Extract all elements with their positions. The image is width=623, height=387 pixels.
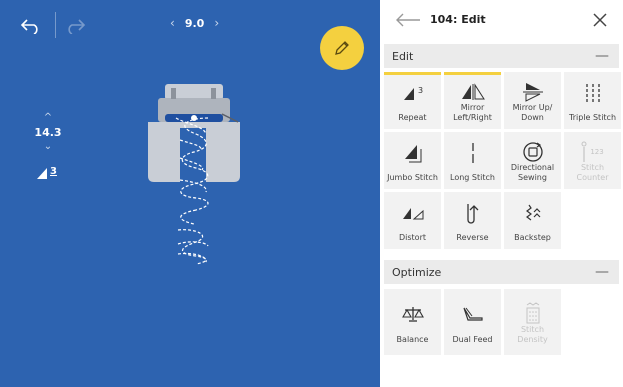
long-stitch-label: Long Stitch [450,173,495,182]
undo-button[interactable] [20,14,44,38]
mirror-up-down-label: Mirror Up/ Down [512,103,553,122]
directional-sewing-icon [522,141,543,162]
repeat-label: Repeat [398,113,427,122]
backstep-icon [525,204,540,221]
optimize-tools-grid: Balance Dual Feed Stitch Density [384,289,621,355]
stitch-counter-number: 123 [590,147,604,156]
reverse-button[interactable]: Reverse [444,192,501,249]
jumbo-stitch-label: Jumbo Stitch [387,173,438,182]
collapse-icon[interactable]: — [595,265,609,279]
dual-feed-label: Dual Feed [452,335,493,344]
long-stitch-button[interactable]: Long Stitch [444,132,501,189]
jumbo-stitch-button[interactable]: Jumbo Stitch [384,132,441,189]
stitch-counter-icon [581,141,587,162]
distort-icon [402,208,423,220]
width-decrease-button[interactable]: ‹ [170,16,175,30]
stitch-counter-label: Stitch Counter [576,163,609,182]
stitch-counter-button[interactable]: 123 Stitch Counter [564,132,621,189]
repeat-icon [403,88,414,100]
stitch-density-label: Stitch Density [517,325,548,344]
jumbo-stitch-icon [404,145,421,163]
toolbar-divider [55,12,56,38]
directional-sewing-button[interactable]: Directional Sewing [504,132,561,189]
edit-section-title: Edit [392,49,414,63]
reverse-label: Reverse [456,233,489,242]
stitch-density-button[interactable]: Stitch Density [504,289,561,355]
directional-sewing-label: Directional Sewing [510,163,555,182]
undo-icon [20,19,38,34]
distort-button[interactable]: Distort [384,192,441,249]
backstep-label: Backstep [514,233,551,242]
edit-tools-grid: 3 Repeat Mirror Left/Right Mirror Up/ Do… [384,72,621,249]
collapse-icon[interactable]: — [595,49,609,63]
dual-feed-icon [462,307,483,321]
close-icon[interactable] [591,11,609,29]
stitch-width-control: ‹ 9.0 › [170,16,219,30]
stitch-triangle-icon [37,168,47,179]
redo-icon [68,19,86,34]
width-increase-button[interactable]: › [214,16,219,30]
triple-stitch-icon [585,84,600,102]
length-decrease-button[interactable]: ⌄ [30,141,66,153]
mirror-up-down-button[interactable]: Mirror Up/ Down [504,72,561,129]
stitch-density-icon [526,302,539,324]
length-increase-button[interactable]: ^ [30,112,66,124]
pencil-icon [335,41,349,55]
backstep-button[interactable]: Backstep [504,192,561,249]
triple-stitch-label: Triple Stitch [568,113,617,122]
redo-button[interactable] [64,14,88,38]
dual-feed-button[interactable]: Dual Feed [444,289,501,355]
distort-label: Distort [398,233,426,242]
stitch-width-value: 9.0 [184,16,205,30]
back-arrow-icon[interactable] [394,11,422,29]
balance-button[interactable]: Balance [384,289,441,355]
stitch-canvas: ‹ 9.0 › ^ 14.3 ⌄ 3 [0,0,380,387]
mirror-left-right-icon [461,82,485,100]
optimize-section-header[interactable]: Optimize — [384,260,619,284]
repeat-count: 3 [417,86,424,95]
stitch-type-number: 3 [50,166,57,177]
edit-section-header[interactable]: Edit — [384,44,619,68]
repeat-button[interactable]: 3 Repeat [384,72,441,129]
mirror-up-down-icon [522,82,543,102]
panel-title: 104: Edit [430,13,486,26]
stitch-type-indicator: 3 [36,166,62,182]
optimize-section-title: Optimize [392,265,442,279]
long-stitch-icon [471,143,474,163]
balance-label: Balance [396,335,429,344]
reverse-icon [466,204,478,224]
triple-stitch-button[interactable]: Triple Stitch [564,72,621,129]
stitch-length-value: 14.3 [34,126,62,139]
balance-icon [401,307,424,322]
stitch-length-control: ^ 14.3 ⌄ [30,112,66,153]
mirror-left-right-label: Mirror Left/Right [453,103,492,122]
edit-panel: 104: Edit Edit — 3 Repeat Mirror Left/Ri… [380,0,623,387]
mirror-left-right-button[interactable]: Mirror Left/Right [444,72,501,129]
panel-header: 104: Edit [380,0,623,40]
pencil-edit-button[interactable] [320,26,364,70]
